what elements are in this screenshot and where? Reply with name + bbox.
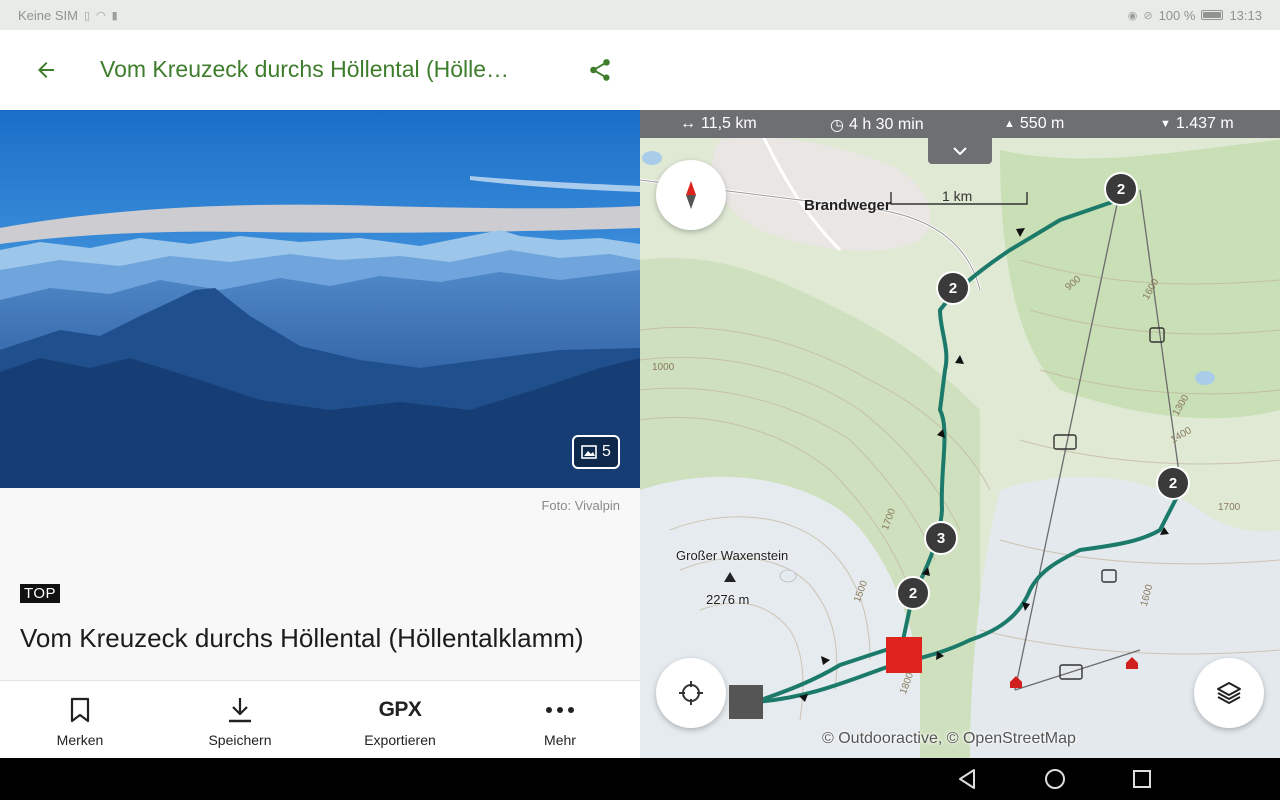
compass-button[interactable] [656, 160, 726, 230]
system-nav-bar [0, 758, 1280, 800]
app-bar: Vom Kreuzeck durchs Höllental (Hölle… [0, 30, 1280, 110]
descent-icon: ▼ [1160, 118, 1171, 130]
waypoint-marker[interactable]: 3 [924, 521, 958, 555]
share-button[interactable] [582, 52, 618, 88]
location-icon: ◉ [1127, 9, 1138, 22]
image-icon [581, 445, 597, 459]
top-badge: TOP [20, 584, 61, 603]
photo-count-badge[interactable]: 5 [572, 435, 620, 469]
descent-value: 1.437 m [1175, 115, 1234, 132]
waypoint-label: 3 [936, 529, 946, 547]
tour-title: Vom Kreuzeck durchs Höllental (Höllental… [20, 623, 584, 653]
stat-duration: ◷ 4 h 30 min [830, 115, 924, 135]
ascent-icon: ▲ [1004, 118, 1015, 130]
stat-descent: ▼ 1.437 m [1160, 115, 1234, 133]
village-label: Brandweger [804, 197, 891, 214]
distance-value: 11,5 km [701, 115, 757, 132]
battery-icon [1201, 10, 1224, 20]
nav-back-button[interactable] [954, 767, 980, 791]
waypoint-marker[interactable]: 2 [1104, 172, 1138, 206]
gpx-icon: GPX [378, 697, 422, 721]
waypoint-marker[interactable]: 2 [936, 271, 970, 305]
back-button[interactable] [26, 54, 66, 86]
action-bar: Merken Speichern GPX Exportieren Mehr [0, 680, 640, 758]
more-label: Mehr [544, 731, 576, 748]
clock-icon: ◷ [830, 117, 844, 134]
map-copyright[interactable]: © Outdooractive, © OpenStreetMap [822, 730, 1076, 748]
waypoint-label: 2 [1168, 474, 1178, 492]
mountain-photo [0, 110, 640, 488]
compass-icon [686, 181, 696, 209]
export-gpx-button[interactable]: GPX Exportieren [320, 681, 480, 758]
circle-home-icon [1045, 769, 1065, 789]
triangle-back-icon [959, 769, 975, 789]
save-label: Speichern [208, 731, 272, 748]
waypoint-label: 2 [948, 279, 958, 297]
waypoint-label: 2 [908, 584, 918, 602]
end-marker [886, 637, 922, 673]
waypoint-label: 2 [1116, 180, 1126, 198]
crosshair-icon [679, 681, 703, 705]
start-marker [729, 685, 763, 719]
nav-recents-button[interactable] [1129, 767, 1155, 791]
save-offline-button[interactable]: Speichern [160, 681, 320, 758]
battery-percent: 100 % [1158, 7, 1196, 23]
status-bar: Keine SIM ▯ ◠ ▮ ◉ ⊘ 100 % 13:13 [0, 0, 1280, 30]
export-label: Exportieren [364, 731, 436, 748]
carrier-label: Keine SIM [18, 7, 78, 23]
tour-map[interactable]: Brandweger Großer Waxenstein 2276 m 900 … [640, 110, 1280, 758]
photo-credit: Foto: Vivalpin [541, 498, 620, 513]
layers-icon [1217, 682, 1241, 704]
tour-stats-bar: ↔ 11,5 km ◷ 4 h 30 min ▲ 550 m ▼ 1.437 m [640, 110, 1280, 138]
more-icon [546, 706, 574, 713]
mute-icon: ⊘ [1143, 9, 1153, 22]
waypoint-marker[interactable]: 2 [1156, 466, 1190, 500]
contour-label: 1700 [1218, 502, 1241, 513]
share-icon [590, 59, 610, 81]
page-title: Vom Kreuzeck durchs Höllental (Hölle… [100, 56, 510, 82]
more-button[interactable]: Mehr [480, 681, 640, 758]
notification-icon: ▮ [111, 9, 118, 22]
wifi-icon: ◠ [96, 9, 106, 22]
scale-label: 1 km [942, 188, 973, 204]
chevron-down-icon [953, 147, 967, 155]
collapse-stats-button[interactable] [928, 138, 992, 164]
nav-home-button[interactable] [1042, 767, 1068, 791]
map-layers-button[interactable] [1194, 658, 1264, 728]
peak-name-label: Großer Waxenstein [676, 548, 789, 563]
waypoint-marker[interactable]: 2 [896, 576, 930, 610]
clock: 13:13 [1229, 7, 1262, 23]
ascent-value: 550 m [1019, 115, 1065, 132]
download-icon [229, 697, 251, 722]
arrow-left-icon [38, 62, 54, 78]
distance-icon: ↔ [680, 115, 696, 132]
peak-elevation-label: 2276 m [706, 592, 750, 607]
photo-count: 5 [602, 443, 611, 460]
hero-photo[interactable]: 5 [0, 110, 640, 488]
bookmark-button[interactable]: Merken [0, 681, 160, 758]
bookmark-label: Merken [56, 731, 104, 748]
square-recents-icon [1133, 770, 1151, 788]
tour-detail-panel: 5 Foto: Vivalpin TOP Vom Kreuzeck durchs… [0, 110, 640, 758]
stat-ascent: ▲ 550 m [1004, 115, 1064, 133]
sim-icon: ▯ [83, 9, 91, 22]
bookmark-icon [70, 697, 90, 722]
duration-value: 4 h 30 min [848, 116, 924, 133]
locate-me-button[interactable] [656, 658, 726, 728]
stat-distance: ↔ 11,5 km [680, 115, 757, 133]
contour-label: 1000 [652, 362, 675, 373]
